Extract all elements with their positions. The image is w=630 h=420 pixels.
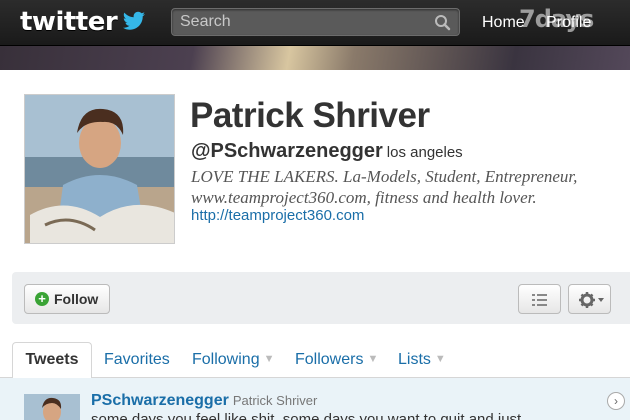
- chevron-down-icon: ▼: [434, 353, 446, 365]
- tweet-username[interactable]: PSchwarzenegger: [91, 392, 229, 409]
- chevron-down-icon: ▼: [367, 353, 379, 365]
- profile-name: Patrick Shriver: [190, 96, 430, 135]
- profile-location: los angeles: [386, 144, 463, 161]
- list-button[interactable]: [518, 284, 561, 314]
- profile-handle-text: @PSchwarzenegger: [191, 140, 383, 162]
- profile-photo: [25, 95, 174, 243]
- tab-followers[interactable]: Followers ▼: [295, 351, 378, 369]
- tab-followers-label: Followers: [295, 351, 364, 368]
- tweet-display-name: Patrick Shriver: [232, 393, 318, 408]
- top-navigation-bar: twitter Home Profile 7days: [0, 0, 630, 46]
- gear-icon: [579, 292, 604, 308]
- search-box: [171, 8, 460, 36]
- twitter-logo[interactable]: twitter: [20, 7, 118, 37]
- tab-lists[interactable]: Lists ▼: [398, 351, 446, 369]
- chevron-right-icon[interactable]: ›: [607, 392, 625, 410]
- chevron-down-icon: [598, 298, 604, 302]
- follow-button[interactable]: + Follow: [24, 284, 110, 314]
- tweet-avatar[interactable]: [24, 394, 80, 420]
- profile-handle: @PSchwarzenegger los angeles: [191, 140, 463, 163]
- watermark: 7days: [519, 5, 594, 33]
- tab-favorites-label: Favorites: [104, 351, 170, 368]
- profile-tabs: Tweets Favorites Following ▼ Followers ▼ L…: [0, 342, 630, 379]
- tab-following-label: Following: [192, 351, 260, 368]
- bird-icon: [123, 11, 145, 30]
- profile-url-link[interactable]: http://teamproject360.com: [191, 207, 364, 224]
- profile-panel: Patrick Shriver @PSchwarzenegger los ange…: [0, 70, 630, 420]
- follow-button-label: Follow: [54, 291, 99, 307]
- tab-lists-label: Lists: [398, 351, 431, 368]
- tweet-author: PSchwarzenegger Patrick Shriver: [91, 392, 317, 410]
- tweet-avatar-photo: [24, 394, 80, 420]
- search-icon[interactable]: [434, 14, 451, 31]
- tweet-item[interactable]: PSchwarzenegger Patrick Shriver some days…: [0, 378, 630, 420]
- profile-bio: LOVE THE LAKERS. La-Models, Student, Ent…: [191, 167, 578, 207]
- chevron-down-icon: ▼: [263, 353, 275, 365]
- plus-icon: +: [35, 292, 49, 306]
- gear-menu-button[interactable]: [568, 284, 611, 314]
- search-input[interactable]: [172, 9, 422, 35]
- tweet-text: some days you feel like shit, some days …: [91, 411, 522, 420]
- tab-tweets[interactable]: Tweets: [12, 342, 92, 379]
- profile-action-bar: + Follow: [12, 272, 630, 324]
- tab-favorites[interactable]: Favorites: [104, 351, 170, 369]
- profile-avatar[interactable]: [24, 94, 175, 244]
- tab-following[interactable]: Following ▼: [192, 351, 274, 369]
- list-icon: [532, 294, 547, 306]
